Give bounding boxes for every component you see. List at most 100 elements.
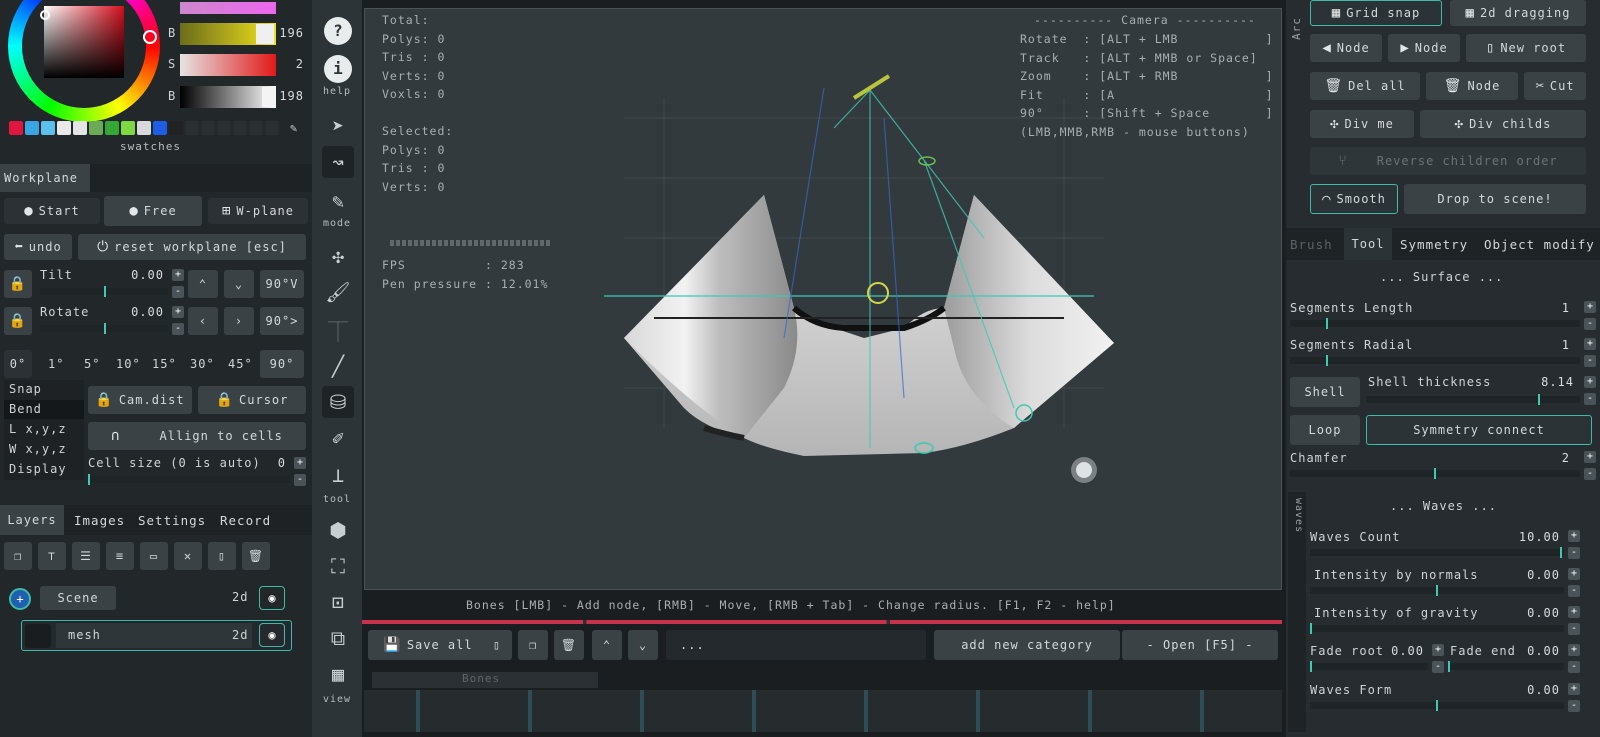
brush-shelf[interactable]	[364, 690, 1282, 732]
settings-tab[interactable]: Settings	[138, 513, 206, 528]
scene-row[interactable]: + Scene 2d ◉	[4, 584, 292, 614]
select-arrow-icon[interactable]: ➤	[318, 110, 358, 142]
channel-bar[interactable]	[180, 54, 276, 76]
fade-end-slider[interactable]	[1448, 661, 1564, 672]
pen-icon[interactable]: ╱	[318, 350, 358, 382]
eyedropper-icon[interactable]: ✎	[290, 121, 298, 135]
del-node-button[interactable]: 🗑 Node	[1426, 72, 1518, 100]
angle-button[interactable]: 10°	[116, 357, 141, 371]
swatch[interactable]	[89, 121, 103, 135]
waves-count-slider[interactable]	[1310, 547, 1564, 558]
new-file-button[interactable]: ▯	[482, 630, 512, 660]
symmetry-tab[interactable]: Symmetry	[1400, 237, 1468, 252]
channel-handle[interactable]	[262, 87, 276, 107]
angle-button[interactable]: 1°	[48, 357, 64, 371]
angle-button[interactable]: 5°	[84, 357, 100, 371]
waves-count-minus-button[interactable]: -	[1568, 547, 1580, 559]
move-up-button[interactable]: ⌃	[592, 630, 622, 660]
chamfer-slider[interactable]	[1290, 468, 1580, 479]
tilt-plus-button[interactable]: +	[172, 269, 184, 281]
fade-end-plus-button[interactable]: +	[1568, 644, 1580, 656]
seg-length-slider[interactable]	[1290, 318, 1580, 329]
intensity-gravity-slider[interactable]	[1310, 623, 1564, 634]
rotate-slider[interactable]	[40, 323, 168, 334]
rotate-left-button[interactable]: ‹	[188, 307, 218, 335]
tilt-minus-button[interactable]: -	[172, 286, 184, 298]
rotate-90h-button[interactable]: 90°>	[260, 307, 304, 335]
rotate-right-button[interactable]: ›	[224, 307, 254, 335]
stamp-tool-icon[interactable]: ⛁	[322, 386, 354, 418]
fade-root-minus-button[interactable]: -	[1432, 661, 1444, 673]
add-icon[interactable]: +	[9, 588, 31, 610]
swatch[interactable]	[73, 121, 87, 135]
rotate-lock-button[interactable]: 🔒	[4, 307, 32, 335]
angle-button[interactable]: 90°	[260, 350, 304, 378]
cube-view-icon[interactable]: ⬢	[318, 514, 358, 546]
cut-button[interactable]: ✂ Cut	[1524, 72, 1586, 100]
scene-label-box[interactable]: Scene	[40, 586, 116, 610]
paint-brush-icon[interactable]: 🖌	[318, 276, 358, 308]
tilt-90v-button[interactable]: 90°V	[260, 270, 304, 298]
record-tab[interactable]: Record	[220, 513, 271, 528]
wplane-button[interactable]: ⊞ W-plane	[208, 198, 308, 224]
layer-merge-icon[interactable]: ▭	[140, 542, 168, 570]
rotate-plus-button[interactable]: +	[172, 306, 184, 318]
move-tool-icon[interactable]: ✣	[318, 240, 358, 272]
ortho-view-icon[interactable]: ⧉	[318, 622, 358, 654]
seg-radial-slider[interactable]	[1290, 355, 1580, 366]
shell-thickness-slider[interactable]	[1366, 394, 1580, 405]
swatch[interactable]	[121, 121, 135, 135]
angle-button[interactable]: 15°	[152, 357, 177, 371]
chamfer-minus-button[interactable]: -	[1584, 468, 1596, 480]
grid-view-icon[interactable]: ▦	[318, 658, 358, 690]
swatch[interactable]	[153, 121, 167, 135]
loop-button[interactable]: Loop	[1290, 415, 1360, 445]
chamfer-plus-button[interactable]: +	[1584, 451, 1596, 463]
object-modify-tab[interactable]: Object modify	[1484, 237, 1595, 252]
tilt-up-button[interactable]: ⌃	[188, 270, 218, 298]
delete-layer-icon[interactable]: 🗑	[242, 542, 270, 570]
fade-root-slider[interactable]	[1310, 661, 1428, 672]
swatch[interactable]	[217, 121, 231, 135]
waves-form-slider[interactable]	[1310, 700, 1564, 711]
images-tab[interactable]: Images	[74, 513, 125, 528]
new-root-button[interactable]: ▯ New root	[1466, 34, 1586, 62]
symmetry-connect-button[interactable]: Symmetry connect	[1366, 415, 1592, 445]
new-layer-icon[interactable]: ▯	[208, 542, 236, 570]
eye-icon[interactable]: ◉	[259, 586, 285, 610]
mesh-preview[interactable]	[364, 8, 1282, 590]
brush-mode-icon[interactable]: ✎	[318, 186, 358, 216]
sv-cursor[interactable]	[40, 10, 50, 20]
tilt-down-button[interactable]: ⌄	[224, 270, 254, 298]
rotate-minus-button[interactable]: -	[172, 323, 184, 335]
cell-size-slider[interactable]	[88, 474, 290, 485]
snap-item[interactable]: Bend	[9, 402, 42, 416]
cell-size-plus-button[interactable]: +	[294, 457, 306, 469]
swatch[interactable]	[249, 121, 263, 135]
swatch[interactable]	[25, 121, 39, 135]
del-all-button[interactable]: 🗑 Del all	[1310, 72, 1420, 100]
layers-tab[interactable]: Layers	[0, 505, 64, 535]
trash-button[interactable]: 🗑	[554, 630, 584, 660]
swatch[interactable]	[9, 121, 23, 135]
smooth-button[interactable]: ⌒ Smooth	[1310, 184, 1398, 214]
save-all-button[interactable]: 💾 Save all	[368, 630, 488, 660]
help-icon[interactable]: ?	[318, 14, 358, 48]
seg-radial-plus-button[interactable]: +	[1584, 338, 1596, 350]
waves-form-minus-button[interactable]: -	[1568, 700, 1580, 712]
category-search-input[interactable]: ...	[666, 630, 926, 660]
fit-view-icon[interactable]: ⛶	[318, 550, 358, 582]
frame-view-icon[interactable]: ⊡	[318, 586, 358, 618]
prev-node-button[interactable]: ◀ Node	[1310, 34, 1382, 62]
cam-dist-button[interactable]: 🔒 Cam.dist	[88, 386, 192, 414]
2d-dragging-button[interactable]: ▦ 2d dragging	[1450, 0, 1586, 26]
cell-size-minus-button[interactable]: -	[294, 474, 306, 486]
mesh-row[interactable]: mesh mesh 2d ◉	[21, 620, 292, 651]
info-icon[interactable]: i	[318, 52, 358, 86]
pin-icon[interactable]: ⊥	[318, 460, 358, 490]
start-button[interactable]: ● Start	[4, 198, 100, 224]
intensity-gravity-minus-button[interactable]: -	[1568, 623, 1580, 635]
mesh-2d-badge[interactable]: 2d	[232, 628, 248, 642]
saturation-square[interactable]	[44, 6, 124, 78]
move-down-button[interactable]: ⌄	[628, 630, 658, 660]
